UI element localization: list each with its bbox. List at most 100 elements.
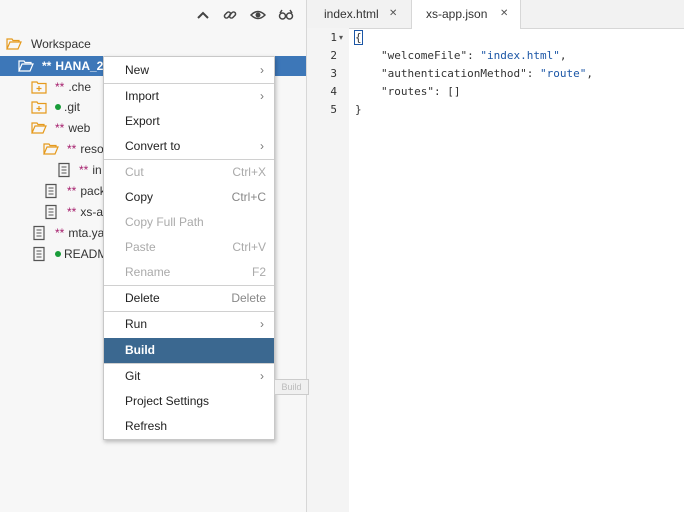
modified-marker: **	[67, 205, 77, 219]
menu-shortcut: F2	[251, 265, 266, 279]
git-status-dot	[55, 104, 61, 110]
menu-item-label: Git	[125, 369, 141, 383]
eye-icon[interactable]	[250, 7, 266, 23]
menu-item-copy[interactable]: Copy Ctrl+C	[104, 185, 274, 209]
menu-item-copy-full-path[interactable]: Copy Full Path	[104, 210, 274, 234]
tree-item-label: reso	[80, 142, 104, 156]
menu-item-project-settings[interactable]: Project Settings	[104, 389, 274, 413]
menu-item-run[interactable]: Run ›	[104, 312, 274, 336]
menu-item-label: Delete	[125, 291, 160, 305]
chevron-right-icon: ›	[260, 317, 264, 331]
menu-item-label: Build	[125, 343, 155, 357]
fold-arrow-icon[interactable]: ▾	[339, 29, 343, 47]
menu-shortcut: Delete	[231, 291, 266, 305]
glasses-icon[interactable]	[278, 7, 294, 23]
tab-label: index.html	[324, 7, 379, 21]
json-key: "welcomeFile":	[381, 49, 481, 62]
folder-open-icon	[18, 60, 34, 72]
json-punct: ,	[559, 49, 567, 62]
modified-marker: **	[79, 163, 89, 177]
folder-open-icon	[6, 38, 22, 50]
menu-item-label: Rename	[125, 265, 171, 279]
chevron-right-icon: ›	[260, 369, 264, 383]
modified-marker: **	[55, 226, 65, 240]
line-number: 3	[330, 67, 337, 80]
json-punct: ,	[586, 67, 593, 80]
line-number: 1	[330, 31, 337, 44]
menu-item-cut[interactable]: Cut Ctrl+X	[104, 160, 274, 184]
menu-item-label: Project Settings	[125, 394, 210, 408]
menu-item-delete[interactable]: Delete Delete	[104, 286, 274, 310]
json-value: "route"	[539, 67, 587, 80]
menu-item-refresh[interactable]: Refresh	[104, 414, 274, 438]
json-key: "routes": []	[381, 85, 461, 98]
tree-item-label: READM	[64, 247, 108, 261]
json-key: "authenticationMethod":	[381, 67, 540, 80]
file-icon	[45, 183, 57, 199]
menu-item-label: Export	[125, 114, 160, 128]
code-line[interactable]: {	[354, 29, 363, 47]
workspace-toolbar	[0, 0, 306, 30]
chevron-right-icon: ›	[260, 139, 264, 153]
close-icon[interactable]: ✕	[389, 0, 397, 28]
code-line[interactable]: "routes": []	[381, 83, 460, 101]
menu-item-label: Paste	[125, 240, 156, 254]
menu-item-label: Cut	[125, 165, 144, 179]
file-icon	[33, 246, 45, 262]
menu-item-build[interactable]: Build	[104, 338, 274, 363]
menu-item-new[interactable]: New ›	[104, 58, 274, 82]
json-value: "index.html"	[480, 49, 560, 62]
tab-index-html[interactable]: index.html ✕	[307, 0, 411, 28]
tree-item-label: pack	[80, 184, 106, 198]
link-icon[interactable]	[222, 7, 238, 23]
close-icon[interactable]: ✕	[500, 0, 508, 28]
tree-item-label: mta.ya	[68, 226, 105, 240]
menu-item-paste[interactable]: Paste Ctrl+V	[104, 235, 274, 259]
code-line[interactable]: "welcomeFile": "index.html",	[381, 47, 566, 65]
file-icon	[45, 204, 57, 220]
menu-item-label: Import	[125, 89, 160, 103]
folder-icon	[31, 81, 47, 94]
menu-shortcut: Ctrl+C	[231, 190, 266, 204]
tree-item-label: .git	[64, 100, 81, 114]
tree-item-label: .che	[68, 80, 92, 94]
code-line[interactable]: }	[355, 101, 362, 119]
tree-item-workspace[interactable]: Workspace	[0, 34, 306, 54]
menu-item-export[interactable]: Export	[104, 109, 274, 133]
folder-open-icon	[31, 122, 47, 134]
menu-shortcut: Ctrl+V	[232, 240, 266, 254]
menu-item-label: Convert to	[125, 139, 181, 153]
line-number: 5	[330, 103, 337, 116]
line-number: 4	[330, 85, 337, 98]
modified-marker: **	[67, 142, 77, 156]
modified-marker: **	[55, 80, 65, 94]
tree-item-label: xs-a	[80, 205, 104, 219]
folder-icon	[31, 101, 47, 114]
menu-item-git[interactable]: Git ›	[104, 364, 274, 388]
collapse-icon[interactable]	[195, 7, 211, 23]
menu-item-convert-to[interactable]: Convert to ›	[104, 134, 274, 158]
chevron-right-icon: ›	[260, 89, 264, 103]
menu-item-label: Run	[125, 317, 148, 331]
git-status-dot	[55, 251, 61, 257]
file-icon	[58, 162, 70, 178]
menu-item-label: Refresh	[125, 419, 168, 433]
menu-item-label: New	[125, 63, 150, 77]
tab-xs-app-json[interactable]: xs-app.json ✕	[411, 0, 521, 29]
menu-item-label: Copy Full Path	[125, 215, 204, 229]
editor-tab-bar: index.html ✕ xs-app.json ✕	[307, 0, 684, 29]
tooltip-ghost: Build	[274, 379, 309, 395]
code-line[interactable]: "authenticationMethod": "route",	[381, 65, 593, 83]
code-editor: index.html ✕ xs-app.json ✕ 1 ▾ 2 3 4 5 {…	[307, 0, 684, 512]
tree-item-label: in	[92, 163, 102, 177]
tab-label: xs-app.json	[426, 7, 488, 21]
menu-item-label: Copy	[125, 190, 154, 204]
modified-marker: **	[42, 59, 52, 73]
menu-item-rename[interactable]: Rename F2	[104, 260, 274, 284]
closing-brace: }	[355, 103, 362, 116]
tree-item-label: HANA_2	[55, 59, 104, 73]
menu-item-import[interactable]: Import ›	[104, 84, 274, 108]
modified-marker: **	[67, 184, 77, 198]
context-menu: New › Import › Export Convert to › Cut C…	[103, 56, 275, 440]
folder-open-icon	[43, 143, 59, 155]
